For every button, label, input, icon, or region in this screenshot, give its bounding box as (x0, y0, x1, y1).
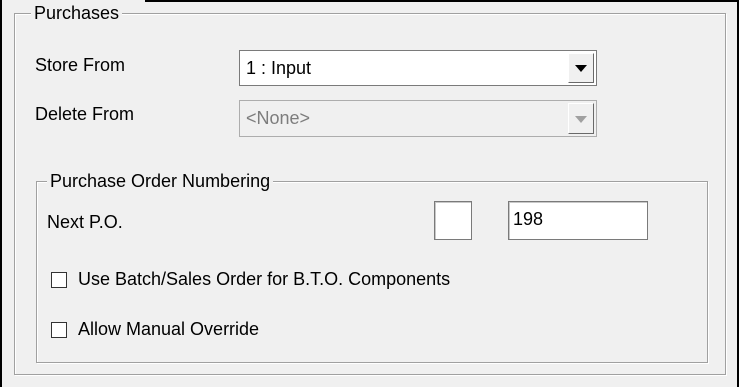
delete-from-dropdown-button[interactable] (568, 103, 594, 134)
delete-from-select[interactable]: <None> (239, 100, 597, 137)
allow-override-label[interactable]: Allow Manual Override (78, 318, 259, 340)
use-batch-checkbox[interactable] (51, 272, 67, 288)
purchases-group-title: Purchases (31, 3, 123, 23)
store-from-dropdown-button[interactable] (568, 53, 594, 83)
next-po-label: Next P.O. (47, 212, 123, 232)
next-po-number-value: 198 (513, 209, 544, 229)
store-from-value: 1 : Input (246, 58, 312, 78)
delete-from-value: <None> (246, 108, 311, 128)
allow-override-checkbox[interactable] (51, 322, 67, 338)
window-border-left (0, 0, 2, 387)
store-from-label: Store From (35, 55, 126, 75)
po-numbering-group-title: Purchase Order Numbering (47, 171, 274, 191)
store-from-select[interactable]: 1 : Input (239, 50, 597, 86)
next-po-number-input[interactable]: 198 (508, 201, 648, 240)
chevron-down-icon (575, 65, 587, 72)
next-po-prefix-input[interactable] (434, 201, 472, 240)
window-border-top (145, 0, 739, 2)
use-batch-label[interactable]: Use Batch/Sales Order for B.T.O. Compone… (78, 268, 450, 290)
chevron-down-icon (575, 115, 587, 123)
delete-from-label: Delete From (35, 104, 135, 124)
